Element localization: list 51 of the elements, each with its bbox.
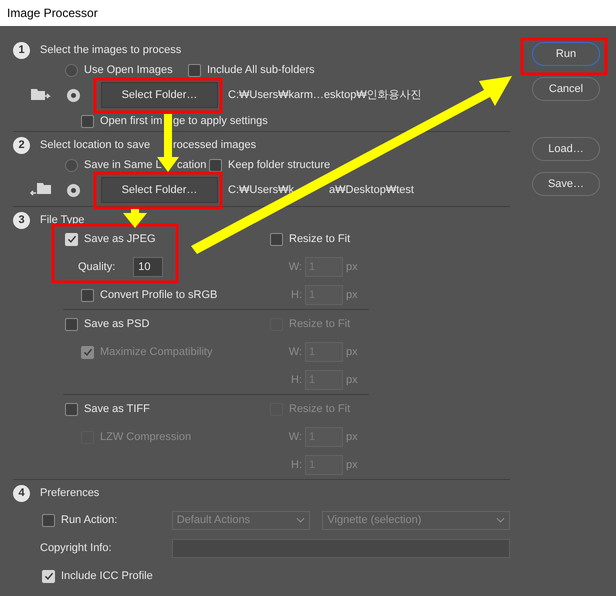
dialog-button[interactable]: Run bbox=[532, 42, 600, 66]
copyright-label: Copyright Info: bbox=[39, 542, 113, 554]
height-label: H: bbox=[290, 459, 302, 471]
section-title: Select location to save bbox=[40, 138, 152, 152]
step-number: 2 bbox=[13, 136, 30, 154]
dialog-button[interactable]: Load… bbox=[532, 137, 600, 161]
width-label: W: bbox=[288, 346, 302, 358]
section-title: Select the images to process bbox=[40, 44, 182, 56]
checkbox-label: Save as JPEG bbox=[84, 233, 156, 245]
unit-label: px bbox=[346, 374, 358, 386]
checkbox-label: Keep folder structure bbox=[228, 159, 330, 171]
checkbox-label: Include ICC Profile bbox=[61, 570, 153, 582]
radio-label: cation bbox=[177, 158, 206, 172]
checkbox-label: Resize to Fit bbox=[289, 403, 350, 415]
folder-path: C:₩Users₩k bbox=[228, 182, 294, 198]
checkbox-label: Resize to Fit bbox=[289, 318, 350, 330]
checkbox-label: Maximize Compatibility bbox=[100, 346, 212, 358]
step-number: 1 bbox=[13, 42, 30, 58]
dialog-button[interactable]: Save… bbox=[532, 172, 600, 196]
step-number: 3 bbox=[13, 212, 30, 228]
quality-field[interactable]: 10 bbox=[133, 257, 164, 277]
unit-label: px bbox=[346, 261, 358, 273]
checkbox-label: Save as TIFF bbox=[84, 403, 150, 415]
checkbox-label: Open first im bbox=[100, 114, 163, 128]
checkbox-label: Run Action: bbox=[61, 514, 118, 526]
radio-label: Use Open Images bbox=[84, 64, 173, 76]
select-folder-button[interactable]: Select Folder… bbox=[101, 82, 218, 108]
height-label: H: bbox=[290, 374, 302, 386]
unit-label: px bbox=[346, 431, 358, 443]
checkbox-label: Save as PSD bbox=[84, 318, 150, 330]
folder-path: a₩Desktop₩test bbox=[329, 182, 414, 198]
checkbox-label: ge to apply settings bbox=[173, 114, 268, 128]
section-title: rocessed images bbox=[173, 138, 256, 152]
window-title: Image Processor bbox=[7, 6, 98, 20]
dialog-button[interactable]: Cancel bbox=[532, 77, 600, 101]
height-label: H: bbox=[290, 289, 302, 301]
width-label: W: bbox=[288, 431, 302, 443]
quality-label: Quality: bbox=[78, 261, 116, 273]
select-folder-button[interactable]: Select Folder… bbox=[101, 177, 218, 203]
checkbox-label: Convert Profile to sRGB bbox=[100, 289, 218, 301]
radio-label: Save in Same L bbox=[84, 158, 161, 172]
checkbox-label: Resize to Fit bbox=[289, 233, 350, 245]
unit-label: px bbox=[346, 346, 358, 358]
step-number: 4 bbox=[13, 484, 30, 502]
checkbox-label: Include All sub-folders bbox=[207, 64, 315, 76]
checkbox-label: LZW Compression bbox=[100, 431, 192, 443]
unit-label: px bbox=[346, 459, 358, 471]
section-title: Preferences bbox=[40, 487, 100, 499]
width-label: W: bbox=[288, 261, 302, 273]
folder-path: C:₩Users₩karm…esktop₩인화용사진 bbox=[228, 88, 422, 102]
unit-label: px bbox=[346, 289, 358, 301]
